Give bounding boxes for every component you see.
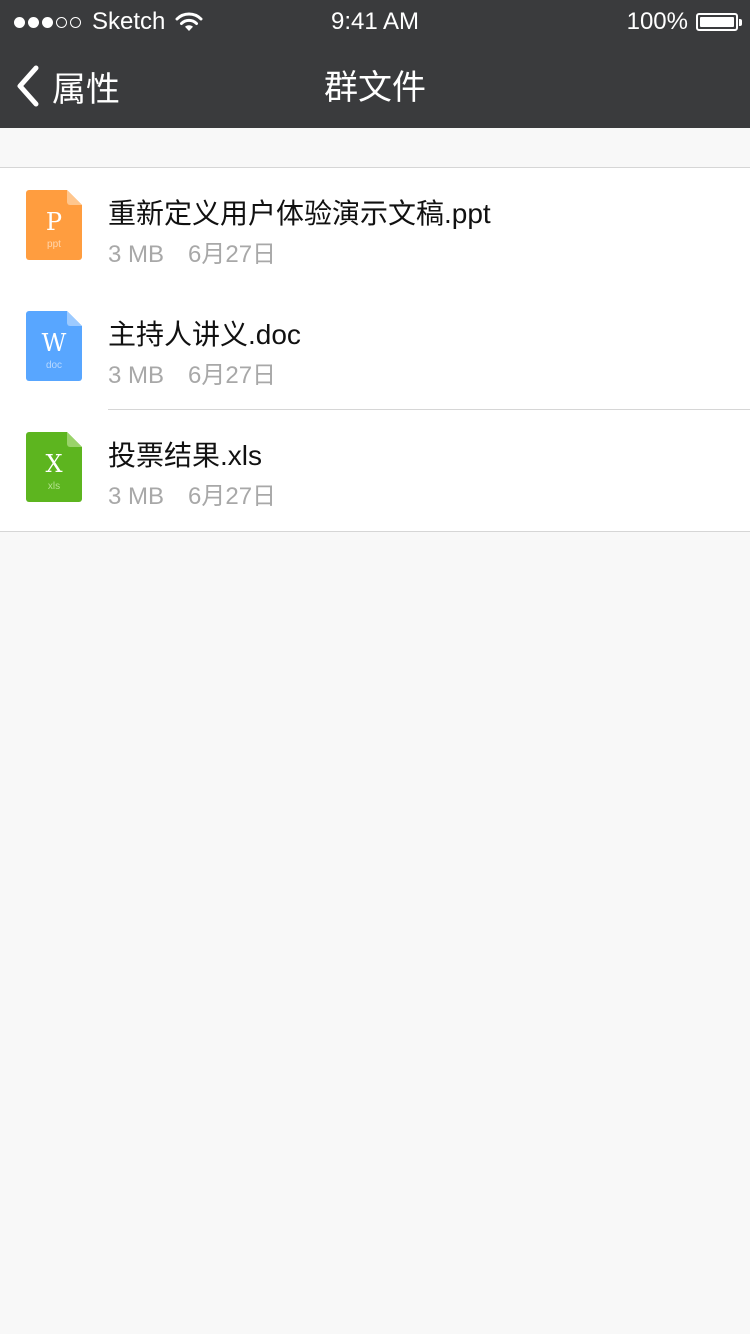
file-row[interactable]: P ppt 重新定义用户体验演示文稿.ppt 3 MB 6月27日: [0, 168, 750, 289]
file-name: 投票结果.xls: [108, 440, 263, 471]
battery-percent: 100%: [626, 8, 688, 35]
file-type-letter: X: [45, 450, 62, 478]
navigation-bar: 群文件 属性: [0, 44, 750, 128]
file-type-letter: W: [42, 329, 67, 357]
file-meta: 3 MB 6月27日: [108, 234, 276, 269]
file-type-letter: P: [46, 208, 62, 236]
file-date: 6月27日: [188, 483, 277, 510]
back-button[interactable]: 属性: [14, 44, 120, 128]
file-type-extension: xls: [48, 481, 60, 492]
file-meta: 3 MB 6月27日: [108, 355, 276, 390]
doc-file-icon: W doc: [26, 311, 82, 381]
file-type-extension: doc: [46, 360, 62, 371]
file-name: 主持人讲义.doc: [108, 319, 301, 350]
file-size: 3 MB: [108, 483, 165, 510]
chevron-left-icon: [17, 65, 39, 107]
screen: Sketch 9:41 AM 100% 群文件 属性 P ppt 重新定义用户体…: [0, 0, 750, 1334]
ppt-file-icon: P ppt: [26, 190, 82, 260]
battery-icon: [696, 13, 742, 31]
file-size: 3 MB: [108, 362, 165, 389]
file-meta: 3 MB 6月27日: [108, 476, 276, 511]
file-name: 重新定义用户体验演示文稿.ppt: [108, 198, 491, 229]
file-size: 3 MB: [108, 241, 165, 268]
file-row[interactable]: W doc 主持人讲义.doc 3 MB 6月27日: [0, 289, 750, 410]
file-type-extension: ppt: [47, 239, 61, 250]
file-date: 6月27日: [188, 241, 277, 268]
file-row[interactable]: X xls 投票结果.xls 3 MB 6月27日: [0, 410, 750, 531]
top-bar: Sketch 9:41 AM 100% 群文件 属性: [0, 0, 750, 128]
file-date: 6月27日: [188, 362, 277, 389]
file-list: P ppt 重新定义用户体验演示文稿.ppt 3 MB 6月27日 W doc 主…: [0, 167, 750, 532]
back-button-label: 属性: [52, 70, 120, 109]
status-right: 100%: [626, 0, 742, 44]
xls-file-icon: X xls: [26, 432, 82, 502]
status-bar: Sketch 9:41 AM 100%: [0, 0, 750, 44]
